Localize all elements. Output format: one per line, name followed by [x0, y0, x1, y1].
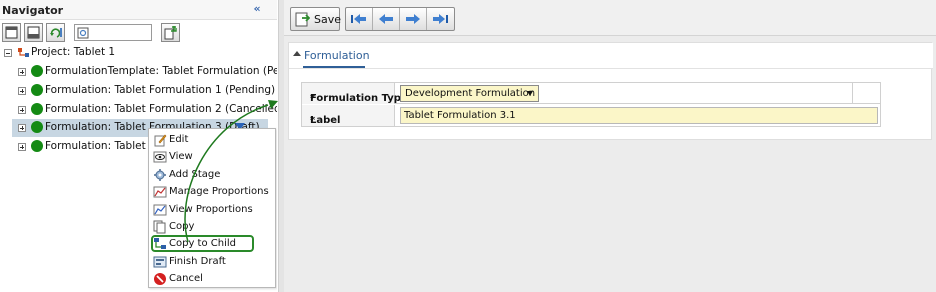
main-panel: Save Formulation Formulation Type * Deve…: [284, 0, 936, 292]
gear-icon: [154, 169, 166, 181]
copy-to-child-icon: [154, 238, 166, 249]
save-button[interactable]: Save: [290, 7, 342, 31]
menu-item-view[interactable]: View: [151, 148, 274, 165]
expand-toggle[interactable]: [18, 124, 26, 132]
status-dot-icon: [31, 84, 43, 96]
window-icon: [5, 26, 18, 39]
navigator-toolbar: [0, 22, 277, 44]
menu-item-label: View Proportions: [169, 204, 253, 215]
collapse-toggle[interactable]: [4, 49, 12, 57]
expand-toggle[interactable]: [18, 143, 26, 151]
chart-icon: [153, 186, 167, 198]
expand-toggle[interactable]: [18, 87, 26, 95]
tree-label: Project: Tablet 1: [31, 46, 116, 58]
chart-icon: [153, 204, 167, 216]
copy-icon: [153, 220, 166, 234]
finish-icon: [153, 256, 167, 268]
collapse-navigator-button[interactable]: «: [250, 2, 264, 16]
label-field-label: Label *: [302, 105, 395, 126]
navigator-header: Navigator «: [0, 0, 277, 20]
collapse-all-button[interactable]: [24, 23, 43, 42]
next-record-button[interactable]: [400, 8, 427, 30]
project-icon: [18, 48, 29, 57]
refresh-icon: [50, 28, 62, 38]
menu-item-edit[interactable]: Edit: [151, 131, 274, 148]
menu-item-finish-draft[interactable]: Finish Draft: [151, 253, 274, 270]
formulation-panel: Formulation Formulation Type * Developme…: [288, 42, 933, 140]
add-node-button[interactable]: [161, 23, 180, 42]
first-record-button[interactable]: [346, 8, 373, 30]
view-icon: [153, 151, 167, 163]
last-record-button[interactable]: [427, 8, 454, 30]
search-input[interactable]: [91, 25, 151, 40]
tree-label: FormulationTemplate: Tablet Formulation …: [45, 65, 277, 77]
formulation-form: Formulation Type * Development Formulati…: [301, 82, 881, 127]
formulation-type-label: Formulation Type *: [302, 83, 408, 104]
first-arrow-icon: [351, 14, 366, 24]
label-input[interactable]: [400, 107, 878, 124]
save-icon: [295, 12, 310, 27]
menu-item-cancel[interactable]: Cancel: [151, 270, 274, 287]
last-arrow-icon: [433, 14, 448, 24]
navigator-search[interactable]: [74, 24, 152, 41]
save-button-label: Save: [314, 13, 342, 26]
expand-toggle[interactable]: [18, 106, 26, 114]
app-window: Navigator « Project: Tablet 1 Formulatio…: [0, 0, 936, 292]
status-dot-icon: [31, 65, 43, 77]
cancel-icon: [154, 273, 166, 285]
expand-toggle[interactable]: [18, 68, 26, 76]
search-icon: [77, 27, 89, 39]
menu-item-label: Manage Proportions: [169, 186, 269, 197]
row-end-cell: [852, 83, 880, 104]
select-value: Development Formulation: [405, 88, 536, 99]
active-tab-underline: [303, 66, 365, 68]
menu-item-label: Edit: [169, 134, 189, 145]
tree-label: Formulation: Tablet Formulation 1 (Pendi…: [45, 84, 276, 96]
panel-title[interactable]: Formulation: [304, 49, 370, 62]
add-document-icon: [164, 26, 177, 40]
required-marker: *: [310, 93, 316, 104]
menu-item-copy[interactable]: Copy: [151, 218, 274, 235]
context-menu: Edit View Add Stage Manage Proportions V…: [148, 128, 276, 288]
tree-row-project[interactable]: Project: Tablet 1: [0, 44, 277, 62]
status-dot-icon: [31, 140, 43, 152]
field-label-text: Formulation Type: [310, 93, 408, 104]
minimize-icon: [27, 26, 40, 39]
label-row: Label *: [302, 105, 880, 126]
tree-row[interactable]: Formulation: Tablet Formulation 1 (Pendi…: [0, 82, 277, 100]
expand-all-button[interactable]: [2, 23, 21, 42]
left-arrow-icon: [379, 14, 393, 24]
navigator-title: Navigator: [2, 4, 64, 17]
status-dot-icon: [31, 121, 43, 133]
formulation-type-row: Formulation Type * Development Formulati…: [302, 83, 880, 104]
status-dot-icon: [31, 103, 43, 115]
refresh-button[interactable]: [46, 23, 65, 42]
required-marker: *: [310, 115, 316, 126]
formulation-type-select[interactable]: Development Formulation: [400, 85, 539, 102]
chevron-down-icon: [527, 91, 533, 96]
menu-item-manage-proportions[interactable]: Manage Proportions: [151, 183, 274, 200]
menu-item-label: Cancel: [169, 273, 203, 284]
menu-item-add-stage[interactable]: Add Stage: [151, 166, 274, 183]
edit-icon: [154, 134, 167, 147]
main-toolbar: Save: [284, 0, 936, 36]
tree-row[interactable]: Formulation: Tablet Formulation 2 (Cance…: [0, 101, 277, 119]
menu-item-label: Finish Draft: [169, 256, 226, 267]
menu-item-copy-to-child[interactable]: Copy to Child: [151, 235, 254, 252]
menu-item-label: Copy to Child: [169, 238, 236, 249]
previous-record-button[interactable]: [373, 8, 400, 30]
collapse-caret-icon[interactable]: [293, 51, 301, 56]
tree-label: Formulation: Tablet Formulation 2 (Cance…: [45, 103, 277, 115]
tree-row[interactable]: FormulationTemplate: Tablet Formulation …: [0, 63, 277, 81]
menu-item-label: Add Stage: [169, 169, 221, 180]
record-navigation: [345, 7, 455, 31]
right-arrow-icon: [406, 14, 420, 24]
navigator-panel: Navigator « Project: Tablet 1 Formulatio…: [0, 0, 277, 292]
menu-item-label: Copy: [169, 221, 195, 232]
menu-item-label: View: [169, 151, 193, 162]
panel-header: Formulation: [289, 43, 933, 69]
menu-item-view-proportions[interactable]: View Proportions: [151, 201, 274, 218]
